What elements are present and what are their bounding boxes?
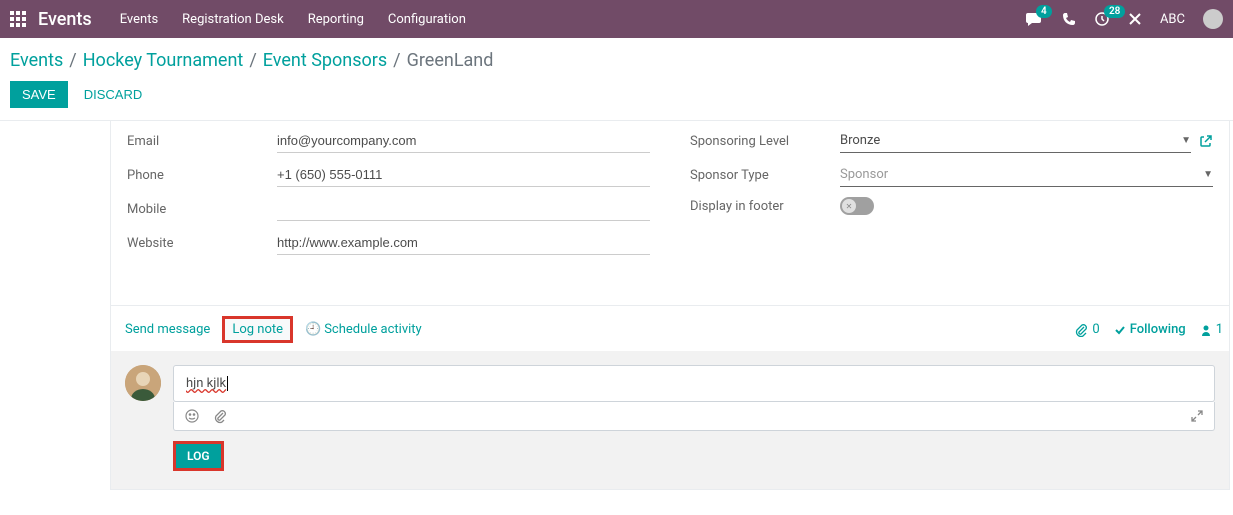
chevron-down-icon: ▼ [1181,135,1191,146]
email-label: Email [127,134,277,149]
breadcrumb-events[interactable]: Events [10,50,63,71]
topbar: Events Events Registration Desk Reportin… [0,0,1233,38]
emoji-icon[interactable] [184,408,200,424]
phone-icon[interactable] [1062,12,1076,26]
website-field[interactable] [277,231,650,255]
expand-icon[interactable] [1190,409,1204,423]
attachments-button[interactable]: 0 [1074,322,1099,337]
sponsoring-level-select[interactable]: Bronze ▼ [840,129,1191,153]
activity-badge: 28 [1104,5,1125,18]
close-icon[interactable] [1128,12,1142,26]
display-footer-label: Display in footer [690,199,840,214]
sponsor-type-placeholder: Sponsor [840,167,888,182]
following-button[interactable]: Following [1114,322,1186,337]
form-sheet: Email Phone Mobile Website Sponsoring Le… [110,121,1230,306]
sponsoring-level-label: Sponsoring Level [690,134,840,149]
chevron-down-icon: ▼ [1203,169,1213,180]
log-note-tab[interactable]: Log note [222,316,293,343]
compose-text: hjn kjlk [186,376,226,391]
log-button[interactable]: LOG [173,441,224,471]
breadcrumb-event-sponsors[interactable]: Event Sponsors [263,50,387,71]
nav-events[interactable]: Events [120,12,158,27]
action-bar: SAVE DISCARD [0,73,1233,121]
sponsor-type-label: Sponsor Type [690,168,840,183]
discard-button[interactable]: DISCARD [84,87,143,102]
save-button[interactable]: SAVE [10,81,68,108]
followers-button[interactable]: 1 [1200,322,1223,337]
follower-count: 1 [1216,322,1223,337]
display-footer-toggle[interactable]: ✕ [840,197,874,215]
compose-area: hjn kjlk LOG [111,351,1229,489]
apps-icon[interactable] [10,11,26,27]
breadcrumb-hockey-tournament[interactable]: Hockey Tournament [83,50,244,71]
sponsoring-level-value: Bronze [840,133,880,148]
clock-icon: 🕘 [305,322,321,337]
nav-configuration[interactable]: Configuration [388,12,466,27]
breadcrumb-current: GreenLand [407,50,494,71]
phone-label: Phone [127,168,277,183]
email-field[interactable] [277,129,650,153]
schedule-activity-tab[interactable]: 🕘Schedule activity [297,318,430,341]
chatter: Send message Log note 🕘Schedule activity… [110,306,1230,490]
user-avatar[interactable] [1203,9,1223,29]
sponsor-type-select[interactable]: Sponsor ▼ [840,163,1213,187]
user-avatar [125,365,161,401]
chat-badge: 4 [1036,5,1052,18]
app-title: Events [38,9,92,30]
toggle-knob: ✕ [842,199,856,213]
nav-registration-desk[interactable]: Registration Desk [182,12,284,27]
attach-icon[interactable] [212,408,228,424]
external-link-icon[interactable] [1199,134,1213,148]
user-name[interactable]: ABC [1160,12,1185,27]
send-message-tab[interactable]: Send message [117,318,218,341]
mobile-field[interactable] [277,197,650,221]
compose-toolbar [173,402,1215,431]
compose-input[interactable]: hjn kjlk [173,365,1215,402]
breadcrumb: Events / Hockey Tournament / Event Spons… [0,38,1233,73]
activity-icon[interactable]: 28 [1094,11,1110,27]
mobile-label: Mobile [127,202,277,217]
attachment-count: 0 [1092,322,1099,337]
chat-icon[interactable]: 4 [1026,11,1044,27]
nav-reporting[interactable]: Reporting [308,12,364,27]
website-label: Website [127,236,277,251]
phone-field[interactable] [277,163,650,187]
